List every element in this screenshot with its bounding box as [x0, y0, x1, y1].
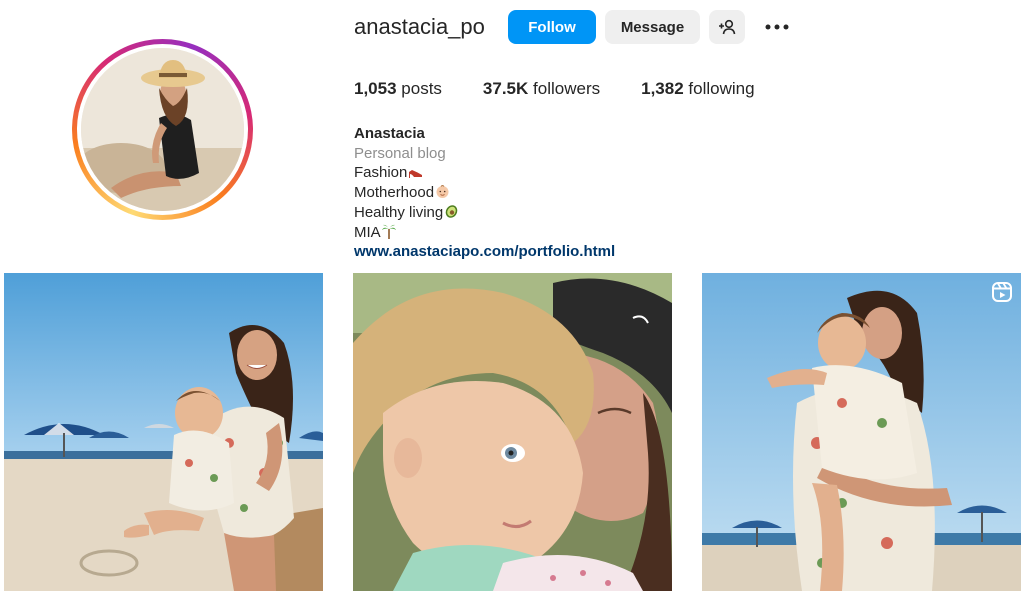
- post-tile[interactable]: [4, 273, 323, 591]
- followers-stat[interactable]: 37.5K followers: [483, 79, 600, 99]
- followers-count: 37.5K: [482, 79, 529, 98]
- high-heel-emoji-icon: [409, 170, 423, 179]
- post-photo: [353, 273, 672, 591]
- profile-username: anastacia_po: [354, 14, 485, 39]
- avatar-gap: [77, 44, 248, 215]
- avatar-photo: [81, 48, 244, 211]
- bio-line-text: Healthy living: [354, 203, 444, 221]
- follow-button[interactable]: Follow: [508, 10, 596, 44]
- reels-icon: [992, 282, 1012, 302]
- following-label: following: [688, 79, 755, 98]
- post-photo: [702, 273, 1021, 591]
- post-tile[interactable]: [353, 273, 672, 591]
- posts-stat: 1,053 posts: [354, 79, 442, 99]
- bio-line: Fashion: [354, 163, 615, 183]
- more-options-button[interactable]: [760, 10, 794, 44]
- post-photo: [4, 273, 323, 591]
- add-user-button[interactable]: [709, 10, 745, 44]
- add-user-icon: [719, 19, 736, 35]
- posts-label: posts: [401, 79, 442, 98]
- bio-line-text: Fashion: [354, 164, 408, 182]
- profile-bio: Anastacia Personal blog Fashion Motherho…: [354, 124, 615, 262]
- baby-emoji-icon: [436, 185, 449, 199]
- posts-count: 1,053: [354, 79, 397, 98]
- profile-display-name: Anastacia: [354, 125, 425, 142]
- profile-avatar-ring[interactable]: [72, 39, 253, 220]
- profile-avatar[interactable]: [81, 48, 244, 211]
- avocado-emoji-icon: [445, 205, 458, 218]
- post-tile[interactable]: [702, 273, 1021, 591]
- followers-label: followers: [533, 79, 601, 98]
- bio-line: MIA: [354, 223, 615, 243]
- bio-line-text: MIA: [354, 223, 381, 241]
- bio-line: Healthy living: [354, 203, 615, 223]
- profile-category: Personal blog: [354, 144, 446, 162]
- more-options-icon: [765, 24, 789, 30]
- following-stat[interactable]: 1,382 following: [641, 79, 754, 99]
- palm-tree-emoji-icon: [381, 224, 396, 239]
- bio-line-text: Motherhood: [354, 184, 435, 202]
- following-count: 1,382: [641, 79, 684, 98]
- bio-line: Motherhood: [354, 183, 615, 203]
- message-button[interactable]: Message: [605, 10, 700, 44]
- profile-stats: 1,053 posts 37.5K followers 1,382 follow…: [354, 79, 796, 99]
- bio-website-link[interactable]: www.anastaciapo.com/portfolio.html: [354, 243, 615, 260]
